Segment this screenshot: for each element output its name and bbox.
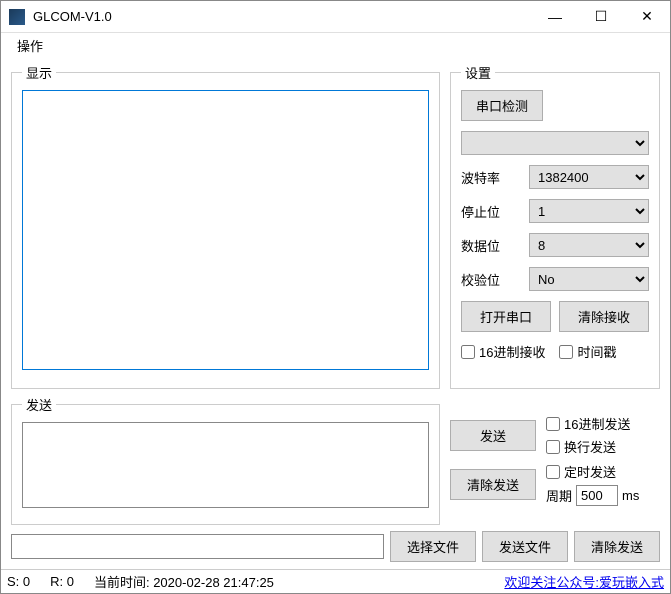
menubar: 操作 [1,33,670,57]
display-legend: 显示 [22,63,56,82]
parity-label: 校验位 [461,270,521,289]
send-group: 发送 [11,395,440,525]
close-button[interactable]: ✕ [624,1,670,33]
clear-tx-button[interactable]: 清除发送 [450,469,536,500]
status-sent: S: 0 [7,574,30,589]
send-textarea[interactable] [22,422,429,508]
send-controls: 发送 16进制发送 换行发送 清除发送 定时发送 周期 ms [450,395,660,525]
display-group: 显示 [11,63,440,389]
send-button[interactable]: 发送 [450,420,536,451]
stopbits-label: 停止位 [461,202,521,221]
baud-select[interactable]: 1382400 [529,165,649,189]
status-link[interactable]: 欢迎关注公众号:爱玩嵌入式 [504,572,664,591]
parity-select[interactable]: No [529,267,649,291]
app-window: GLCOM-V1.0 — ☐ ✕ 操作 显示 设置 串口检测 波特率 13824… [0,0,671,594]
baud-label: 波特率 [461,168,521,187]
open-port-button[interactable]: 打开串口 [461,301,551,332]
period-label: 周期 [546,486,572,505]
port-select[interactable] [461,131,649,155]
send-legend: 发送 [22,395,56,414]
app-icon [9,9,25,25]
clear-rx-button[interactable]: 清除接收 [559,301,649,332]
minimize-button[interactable]: — [532,1,578,33]
send-file-button[interactable]: 发送文件 [482,531,568,562]
timestamp-checkbox[interactable]: 时间戳 [559,342,616,361]
status-time: 当前时间: 2020-02-28 21:47:25 [94,572,274,591]
settings-legend: 设置 [461,63,495,82]
window-controls: — ☐ ✕ [532,1,670,33]
period-input[interactable] [576,485,618,506]
file-row: 选择文件 发送文件 清除发送 [11,531,660,561]
choose-file-button[interactable]: 选择文件 [390,531,476,562]
databits-select[interactable]: 8 [529,233,649,257]
display-textarea[interactable] [22,90,429,370]
clear-send-button[interactable]: 清除发送 [574,531,660,562]
maximize-button[interactable]: ☐ [578,1,624,33]
stopbits-select[interactable]: 1 [529,199,649,223]
hex-rx-checkbox[interactable]: 16进制接收 [461,342,545,361]
settings-group: 设置 串口检测 波特率 1382400 停止位 1 数据位 8 校验位 No [450,63,660,389]
client-area: 显示 设置 串口检测 波特率 1382400 停止位 1 数据位 8 [1,57,670,569]
detect-port-button[interactable]: 串口检测 [461,90,543,121]
statusbar: S: 0 R: 0 当前时间: 2020-02-28 21:47:25 欢迎关注… [1,569,670,593]
newline-checkbox[interactable]: 换行发送 [546,437,630,456]
window-title: GLCOM-V1.0 [33,9,532,24]
timed-send-checkbox[interactable]: 定时发送 [546,462,639,481]
titlebar: GLCOM-V1.0 — ☐ ✕ [1,1,670,33]
period-unit: ms [622,488,639,503]
file-path-input[interactable] [11,534,384,559]
hex-tx-checkbox[interactable]: 16进制发送 [546,414,630,433]
status-received: R: 0 [50,574,74,589]
menu-operation[interactable]: 操作 [9,34,51,57]
databits-label: 数据位 [461,236,521,255]
